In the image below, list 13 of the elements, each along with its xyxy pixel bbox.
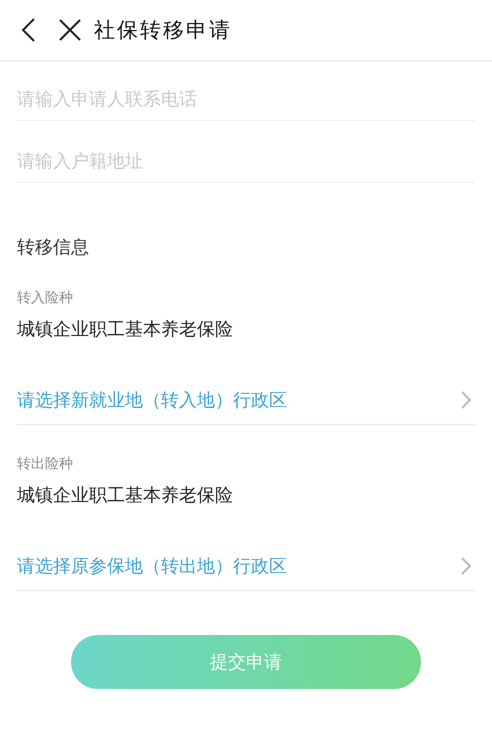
region-selector[interactable]: 请选择原参保地（转出地）行政区	[17, 507, 475, 591]
section-title: 转移信息	[17, 236, 90, 259]
field-value: 城镇企业职工基本养老保险	[17, 484, 234, 507]
chevron-right-icon	[461, 557, 471, 575]
field-value: 城镇企业职工基本养老保险	[17, 318, 234, 341]
field-label: 转出险种	[17, 455, 74, 473]
close-icon[interactable]	[58, 18, 82, 42]
submit-button[interactable]: 提交申请	[71, 635, 421, 689]
region-selector[interactable]: 请选择新就业地（转入地）行政区	[17, 341, 475, 425]
window-title: 社保转移申请	[94, 17, 232, 44]
chevron-right-icon	[461, 391, 471, 409]
back-icon[interactable]	[20, 17, 36, 43]
field-label: 转入险种	[17, 289, 74, 307]
